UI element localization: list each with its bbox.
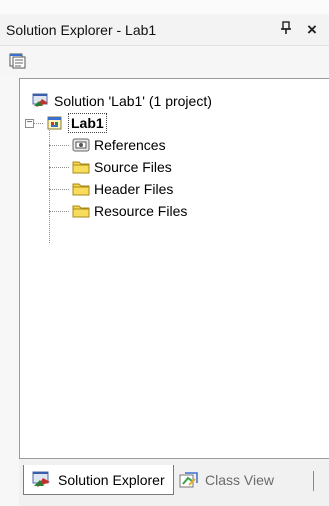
- close-icon[interactable]: ×: [301, 19, 323, 41]
- window-title: Solution Explorer - Lab1: [6, 22, 157, 38]
- tab-solution-explorer[interactable]: Solution Explorer: [23, 465, 174, 495]
- tree-item-source-files[interactable]: Source Files: [72, 157, 172, 177]
- folder-icon: [72, 181, 90, 197]
- tree-guide-line: [49, 189, 69, 190]
- tree-item-header-files[interactable]: Header Files: [72, 179, 173, 199]
- tree-item-label: Source Files: [94, 159, 172, 175]
- tab-bar: Solution Explorer Class View: [19, 458, 329, 506]
- tree-item-label: Lab1: [68, 113, 107, 133]
- tree-item-label: Header Files: [94, 181, 174, 197]
- properties-icon[interactable]: [8, 52, 28, 70]
- collapse-icon[interactable]: −: [25, 118, 34, 128]
- window-top-strip: [0, 0, 329, 14]
- tab-label: Solution Explorer: [58, 471, 165, 488]
- tree-guide-line: [49, 167, 69, 168]
- folder-icon: [72, 203, 90, 219]
- tree-item-label: References: [94, 137, 166, 153]
- tab-class-view[interactable]: Class View: [171, 465, 282, 495]
- project-icon: [46, 115, 64, 131]
- tree-item-label: Resource Files: [94, 203, 188, 219]
- tree-guide-line: [49, 211, 69, 212]
- tree-item-resource-files[interactable]: Resource Files: [72, 201, 187, 221]
- solution-explorer-icon: [32, 471, 52, 489]
- tree-item-references[interactable]: References: [72, 135, 166, 155]
- class-view-icon: [179, 471, 199, 489]
- tab-separator: [313, 471, 314, 491]
- folder-icon: [72, 159, 90, 175]
- pin-icon[interactable]: [276, 19, 296, 41]
- solution-icon: [32, 93, 50, 109]
- references-icon: [72, 137, 90, 153]
- tree-item-label: Solution 'Lab1' (1 project): [54, 93, 212, 109]
- tree-guide-line: [49, 145, 69, 146]
- tree-guide-line: [49, 117, 50, 243]
- tree-item-solution[interactable]: Solution 'Lab1' (1 project): [32, 91, 212, 111]
- title-bar: Solution Explorer - Lab1 ×: [0, 14, 329, 46]
- tree-item-project[interactable]: Lab1: [46, 113, 107, 133]
- solution-tree: Solution 'Lab1' (1 project) − Lab1 Refer…: [19, 78, 329, 458]
- tab-label: Class View: [205, 472, 274, 488]
- toolbar: [0, 46, 329, 76]
